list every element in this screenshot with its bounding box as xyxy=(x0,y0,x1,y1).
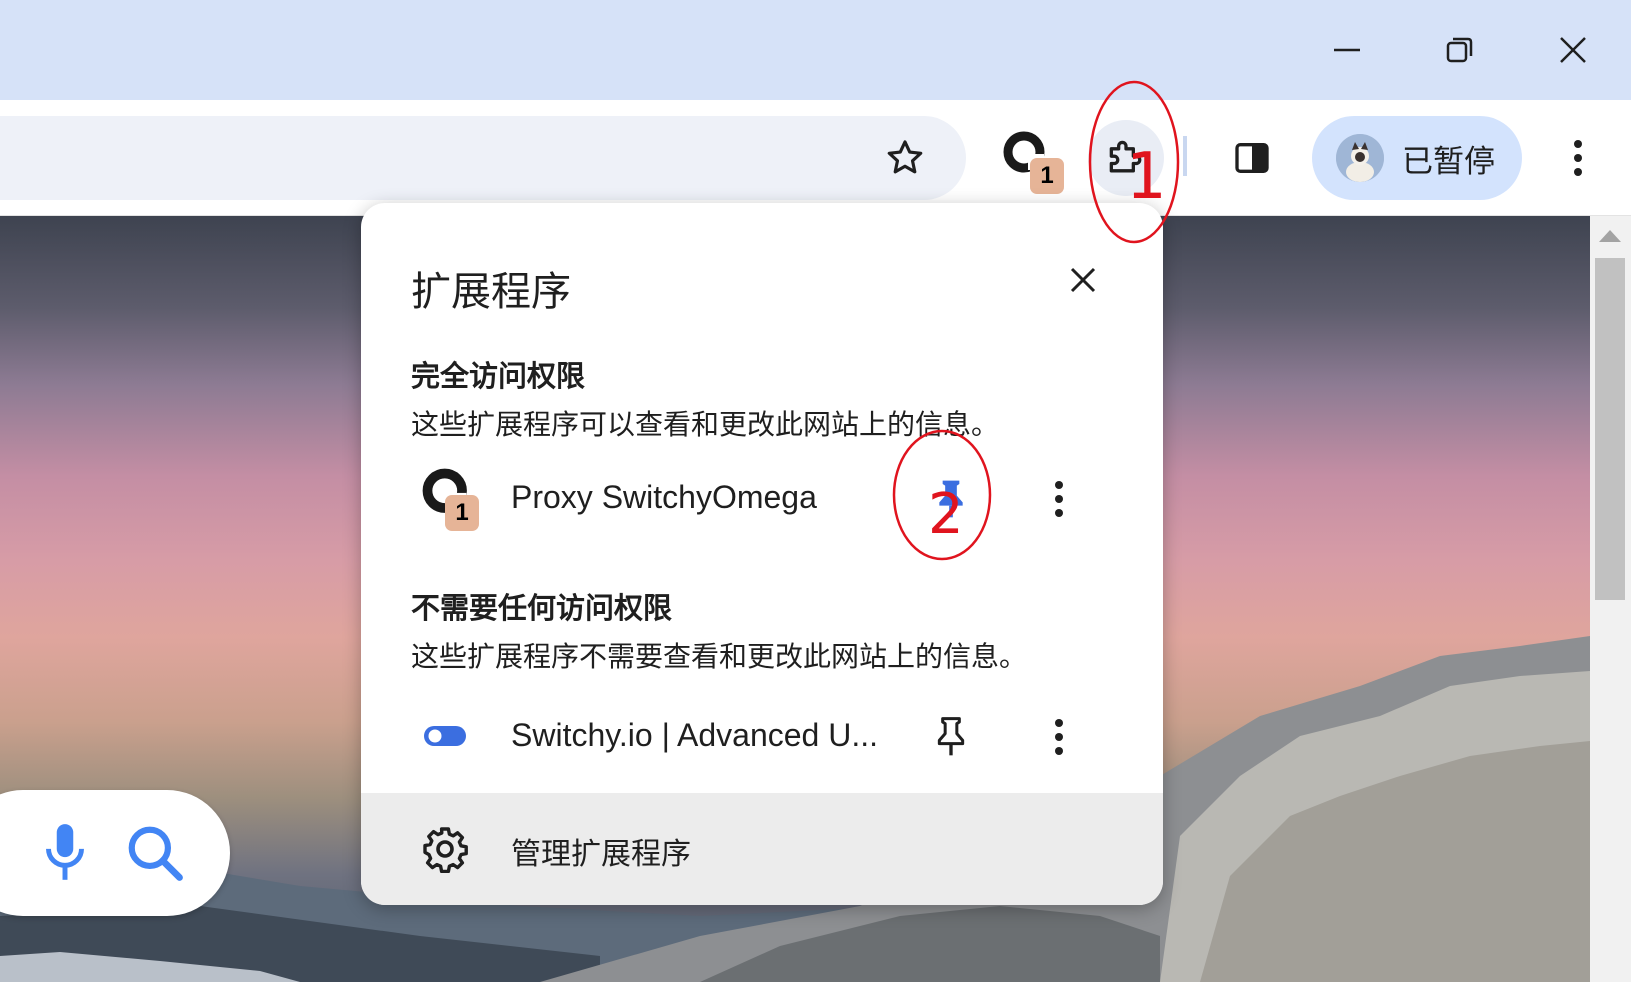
more-vert-icon xyxy=(1055,719,1063,755)
extension-badge: 1 xyxy=(1030,158,1064,194)
avatar xyxy=(1336,134,1384,182)
popup-title: 扩展程序 xyxy=(411,269,571,315)
manage-extensions-label: 管理扩展程序 xyxy=(511,837,691,872)
search-icon[interactable] xyxy=(124,822,186,884)
restore-button[interactable] xyxy=(1424,20,1494,80)
address-bar[interactable] xyxy=(0,116,966,200)
full-access-description: 这些扩展程序可以查看和更改此网站上的信息。 xyxy=(411,408,1000,441)
pin-outline-icon xyxy=(937,717,965,756)
toolbar-divider xyxy=(1183,136,1187,176)
browser-toolbar: 1 已暂停 xyxy=(0,100,1631,216)
minimize-icon xyxy=(1334,48,1360,52)
pin-button[interactable] xyxy=(921,707,981,767)
extension-row-switchyomega[interactable]: 1 Proxy SwitchyOmega xyxy=(361,457,1163,541)
puzzle-icon xyxy=(1109,140,1142,173)
more-vert-icon xyxy=(1574,140,1582,176)
bookmark-star-button[interactable] xyxy=(875,128,935,188)
more-vert-icon xyxy=(1055,481,1063,517)
gear-icon xyxy=(423,827,468,873)
side-panel-icon xyxy=(1235,143,1269,173)
restore-icon xyxy=(1446,37,1473,63)
side-panel-button[interactable] xyxy=(1222,128,1282,188)
extension-badge: 1 xyxy=(445,495,479,531)
microphone-icon[interactable] xyxy=(40,820,90,886)
browser-menu-button[interactable] xyxy=(1548,128,1608,188)
title-bar xyxy=(0,0,1631,100)
manage-extensions-button[interactable]: 管理扩展程序 xyxy=(361,793,1163,905)
scrollbar-thumb[interactable] xyxy=(1595,258,1625,600)
cat-avatar-icon xyxy=(1336,134,1384,182)
close-window-button[interactable] xyxy=(1538,20,1608,80)
star-icon xyxy=(887,140,923,174)
switchyomega-icon: 1 xyxy=(421,467,485,531)
no-access-description: 这些扩展程序不需要查看和更改此网站上的信息。 xyxy=(411,640,1028,673)
profile-status-label: 已暂停 xyxy=(1402,143,1495,180)
pin-button[interactable] xyxy=(921,469,981,529)
popup-close-button[interactable] xyxy=(1058,255,1108,305)
toggle-switch-icon xyxy=(421,705,485,769)
no-access-heading: 不需要任何访问权限 xyxy=(411,591,673,625)
close-icon xyxy=(1560,37,1586,63)
close-icon xyxy=(1070,267,1096,293)
google-search-box[interactable] xyxy=(0,790,230,916)
pin-filled-icon xyxy=(939,480,963,518)
minimize-button[interactable] xyxy=(1312,20,1382,80)
full-access-heading: 完全访问权限 xyxy=(411,359,586,393)
scroll-up-arrow-icon[interactable] xyxy=(1599,230,1621,242)
extensions-popup: 扩展程序 完全访问权限 这些扩展程序可以查看和更改此网站上的信息。 1 Prox… xyxy=(361,203,1163,905)
extension-more-button[interactable] xyxy=(1029,707,1089,767)
extension-name: Switchy.io | Advanced U... xyxy=(511,717,878,753)
extension-name: Proxy SwitchyOmega xyxy=(511,479,817,515)
switchyomega-toolbar-button[interactable]: 1 xyxy=(998,128,1068,198)
profile-button[interactable]: 已暂停 xyxy=(1312,116,1522,200)
extension-row-switchy-io[interactable]: Switchy.io | Advanced U... xyxy=(361,695,1163,779)
extension-more-button[interactable] xyxy=(1029,469,1089,529)
extensions-menu-button[interactable] xyxy=(1088,120,1164,196)
